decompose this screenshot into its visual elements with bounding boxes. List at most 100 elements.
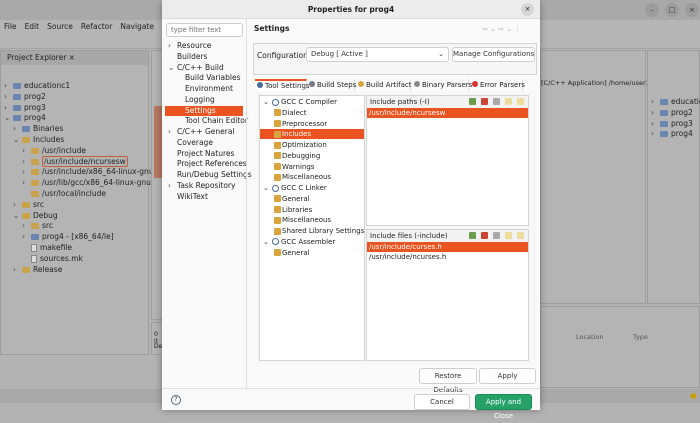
nav-item-run-debug-settings[interactable]: Run/Debug Settings [165, 170, 252, 180]
expand-toggle-icon[interactable]: › [13, 124, 22, 133]
tree-item[interactable]: ⌄ Debug [13, 211, 58, 220]
configuration-select[interactable]: Debug [ Active ] ⌄ [306, 47, 449, 62]
tab-binary-parsers[interactable]: Binary Parsers [412, 79, 472, 91]
expand-toggle-icon[interactable]: › [22, 167, 31, 176]
expand-toggle-icon[interactable]: › [22, 146, 31, 155]
tool-tree-item[interactable]: ⌄ GCC C Compiler [260, 97, 364, 107]
list-actions[interactable] [464, 232, 524, 241]
column-location[interactable]: Location [576, 333, 604, 341]
tree-item[interactable]: sources.mk [22, 254, 83, 263]
expand-toggle-icon[interactable]: › [651, 119, 660, 128]
tree-item[interactable]: › Release [13, 265, 62, 274]
expand-toggle-icon[interactable]: › [168, 181, 177, 191]
nav-item-c-c-build[interactable]: ⌄ C/C++ Build [165, 63, 243, 73]
expand-toggle-icon[interactable]: › [4, 92, 13, 101]
menu-refactor[interactable]: Refactor [81, 22, 112, 31]
expand-toggle-icon[interactable]: › [22, 232, 31, 241]
tool-tree-item[interactable]: General [260, 248, 364, 258]
tool-tree-item[interactable]: General [260, 194, 364, 204]
nav-item-project-natures[interactable]: Project Natures [165, 149, 243, 159]
expand-toggle-icon[interactable]: › [168, 127, 177, 137]
expand-toggle-icon[interactable]: › [4, 103, 13, 112]
nav-item-wikitext[interactable]: WikiText [165, 192, 243, 202]
tree-item[interactable]: › src [13, 200, 44, 209]
apply-button[interactable]: Apply [479, 368, 536, 384]
tree-item[interactable]: › prog3 [4, 103, 46, 112]
menu-navigate[interactable]: Navigate [120, 22, 154, 31]
maximize-button[interactable]: □ [665, 3, 679, 17]
list-item[interactable]: /usr/include/ncurses.h [367, 252, 528, 262]
expand-toggle-icon[interactable]: › [4, 81, 13, 90]
tool-tree-item[interactable]: Warnings [260, 162, 364, 172]
expand-toggle-icon[interactable]: ⌄ [168, 63, 177, 73]
nav-arrows[interactable]: ⇦ ⌄ ⇨ ⌄ ⋮ [482, 25, 521, 33]
tree-item[interactable]: ⌄ Includes [13, 135, 64, 144]
tool-tree-item[interactable]: ⌄ GCC Assembler [260, 237, 364, 247]
nav-item-environment[interactable]: Environment [165, 84, 243, 94]
tree-item[interactable]: › /usr/include/ncursesw [22, 155, 128, 167]
tree-item[interactable]: makefile [22, 243, 72, 252]
nav-item-resource[interactable]: › Resource [165, 41, 243, 51]
tab-tool-settings[interactable]: Tool Settings [255, 79, 310, 91]
nav-item-task-repository[interactable]: › Task Repository [165, 181, 243, 191]
column-type[interactable]: Type [633, 333, 648, 341]
list-actions[interactable] [464, 98, 524, 107]
tab-build-steps[interactable]: Build Steps [307, 79, 356, 91]
list-item[interactable]: /usr/include/ncursesw [367, 108, 528, 118]
list-item[interactable]: /usr/include/curses.h [367, 242, 528, 252]
tree-item[interactable]: /usr/local/include [22, 189, 106, 198]
menu-source[interactable]: Source [47, 22, 73, 31]
tree-item[interactable]: › educationc1 [4, 81, 70, 90]
expand-toggle-icon[interactable]: › [651, 129, 660, 138]
expand-toggle-icon[interactable]: ⌄ [13, 135, 22, 144]
tool-tree-item[interactable]: Preprocessor [260, 119, 364, 129]
outline-item[interactable]: › prog2 [651, 108, 693, 117]
outline-item[interactable]: › educationc1 [651, 97, 700, 106]
tool-tree-item[interactable]: Miscellaneous [260, 215, 364, 225]
outline-item[interactable]: › prog3 [651, 119, 693, 128]
help-icon[interactable]: ? [171, 395, 181, 405]
expand-toggle-icon[interactable]: ⌄ [4, 113, 13, 122]
close-window-button[interactable]: × [685, 3, 699, 17]
menu-edit[interactable]: Edit [25, 22, 40, 31]
tree-item[interactable]: › prog2 [4, 92, 46, 101]
tree-item[interactable]: › /usr/include/x86_64-linux-gnu [22, 167, 154, 176]
expand-toggle-icon[interactable]: › [168, 41, 177, 51]
filter-input[interactable] [166, 23, 243, 37]
tool-tree-item[interactable]: Shared Library Settings [260, 226, 364, 236]
tree-item[interactable]: › Binaries [13, 124, 63, 133]
nav-item-build-variables[interactable]: Build Variables [165, 73, 243, 83]
tree-item[interactable]: › src [22, 221, 53, 230]
menu-file[interactable]: File [4, 22, 17, 31]
apply-and-close-button[interactable]: Apply and Close [475, 394, 532, 420]
tool-tree-item[interactable]: Includes [260, 129, 364, 140]
tool-tree-item[interactable]: Libraries [260, 205, 364, 215]
tool-tree-item[interactable]: Optimization [260, 140, 364, 150]
tab-project-explorer[interactable]: Project Explorer × [1, 51, 148, 65]
tree-item[interactable]: › prog4 - [x86_64/le] [22, 232, 114, 241]
nav-item-tool-chain-editor[interactable]: Tool Chain Editor [165, 116, 248, 126]
chevron-down-icon[interactable]: ⌄ [263, 237, 272, 247]
expand-toggle-icon[interactable]: › [651, 108, 660, 117]
expand-toggle-icon[interactable]: › [22, 157, 31, 166]
tool-tree-item[interactable]: Debugging [260, 151, 364, 161]
expand-toggle-icon[interactable]: › [13, 265, 22, 274]
expand-toggle-icon[interactable]: › [651, 97, 660, 106]
tab-build-artifact[interactable]: Build Artifact [356, 79, 412, 91]
tab-error-parsers[interactable]: Error Parsers [470, 79, 525, 91]
manage-configurations-button[interactable]: Manage Configurations... [452, 47, 535, 62]
expand-toggle-icon[interactable]: › [22, 221, 31, 230]
cancel-button[interactable]: Cancel [414, 394, 470, 410]
minimize-button[interactable]: – [645, 3, 659, 17]
nav-item-c-c-general[interactable]: › C/C++ General [165, 127, 243, 137]
tree-item[interactable]: ⌄ prog4 [4, 113, 46, 122]
tool-tree-item[interactable]: Miscellaneous [260, 172, 364, 182]
tool-tree-item[interactable]: ⌄ GCC C Linker [260, 183, 364, 193]
nav-item-coverage[interactable]: Coverage [165, 138, 243, 148]
chevron-down-icon[interactable]: ⌄ [263, 97, 272, 107]
nav-item-project-references[interactable]: Project References [165, 159, 247, 169]
tree-item[interactable]: › /usr/include [22, 146, 86, 155]
expand-toggle-icon[interactable]: › [13, 200, 22, 209]
expand-toggle-icon[interactable]: ⌄ [13, 211, 22, 220]
nav-item-logging[interactable]: Logging [165, 95, 243, 105]
